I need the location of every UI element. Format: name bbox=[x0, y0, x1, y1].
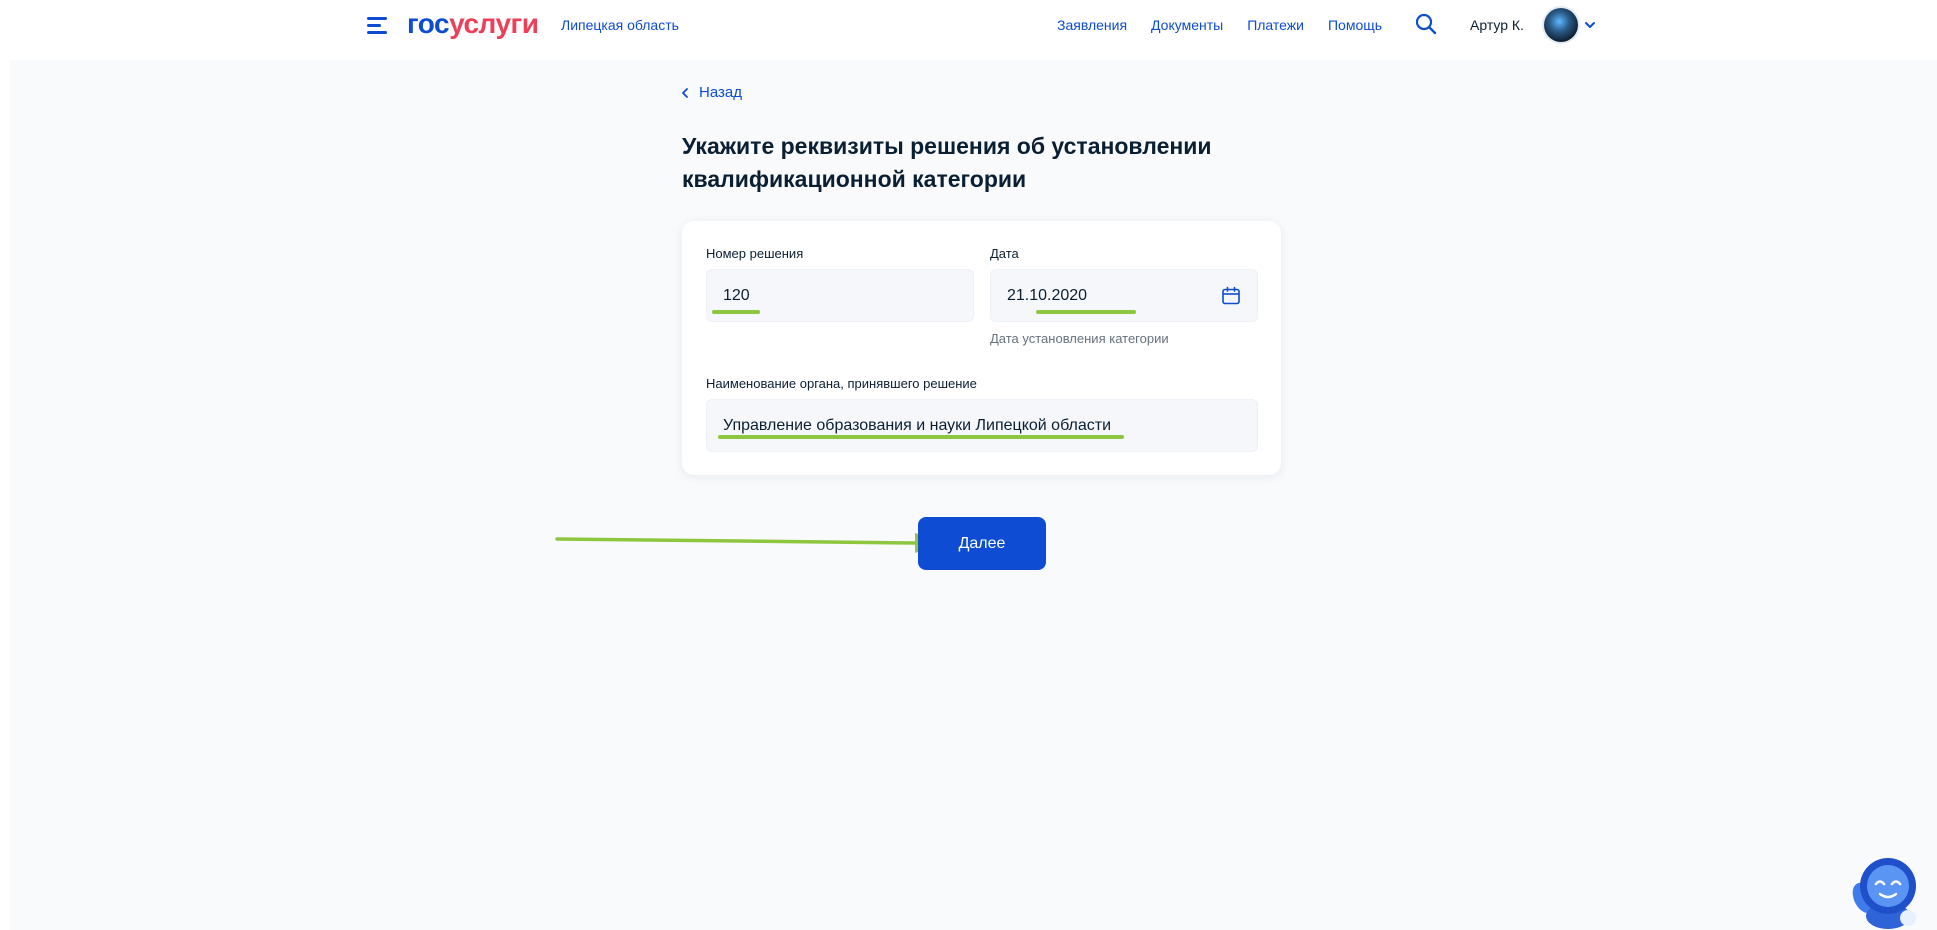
page-title: Укажите реквизиты решения об установлени… bbox=[682, 133, 1212, 192]
back-label: Назад bbox=[699, 84, 742, 101]
user-name[interactable]: Артур К. bbox=[1470, 17, 1524, 33]
logo-text-uslugi: услуги bbox=[449, 8, 539, 39]
next-button[interactable]: Далее bbox=[918, 517, 1046, 570]
region-selector[interactable]: Липецкая область bbox=[561, 17, 679, 33]
authority-field[interactable]: Управление образования и науки Липецкой … bbox=[706, 399, 1258, 452]
search-icon[interactable] bbox=[1414, 12, 1438, 36]
gosuslugi-logo[interactable]: госуслуги bbox=[407, 8, 539, 40]
logo-text-gos: гос bbox=[407, 8, 450, 39]
back-link[interactable]: Назад bbox=[681, 84, 742, 101]
chevron-down-icon[interactable] bbox=[1583, 18, 1597, 32]
authority-value: Управление образования и науки Липецкой … bbox=[723, 416, 1112, 434]
authority-label: Наименование органа, принявшего решение bbox=[706, 376, 977, 391]
assistant-robot-icon[interactable] bbox=[1846, 850, 1930, 930]
decision-number-field[interactable]: 120 bbox=[706, 269, 974, 322]
date-highlight bbox=[1036, 310, 1136, 314]
main-nav: Заявления Документы Платежи Помощь bbox=[1057, 17, 1382, 33]
calendar-icon[interactable] bbox=[1221, 286, 1241, 306]
avatar[interactable] bbox=[1544, 8, 1578, 42]
date-label: Дата bbox=[990, 246, 1019, 261]
date-hint: Дата установления категории bbox=[990, 331, 1169, 346]
nav-applications[interactable]: Заявления bbox=[1057, 17, 1127, 33]
menu-icon[interactable] bbox=[367, 16, 389, 34]
date-field[interactable]: 21.10.2020 bbox=[990, 269, 1258, 322]
form-card: Номер решения 120 Дата 21.10.2020 Дата у… bbox=[682, 221, 1281, 475]
decision-number-label: Номер решения bbox=[706, 246, 804, 261]
annotation-arrow bbox=[555, 533, 943, 553]
nav-documents[interactable]: Документы bbox=[1151, 17, 1223, 33]
nav-help[interactable]: Помощь bbox=[1328, 17, 1382, 33]
top-header: госуслуги Липецкая область Заявления Док… bbox=[0, 0, 1937, 50]
authority-highlight bbox=[718, 435, 1124, 439]
decision-number-value: 120 bbox=[723, 286, 750, 304]
nav-payments[interactable]: Платежи bbox=[1247, 17, 1304, 33]
decision-number-highlight bbox=[712, 310, 760, 314]
chevron-left-icon bbox=[682, 87, 688, 98]
date-value: 21.10.2020 bbox=[1007, 286, 1088, 304]
